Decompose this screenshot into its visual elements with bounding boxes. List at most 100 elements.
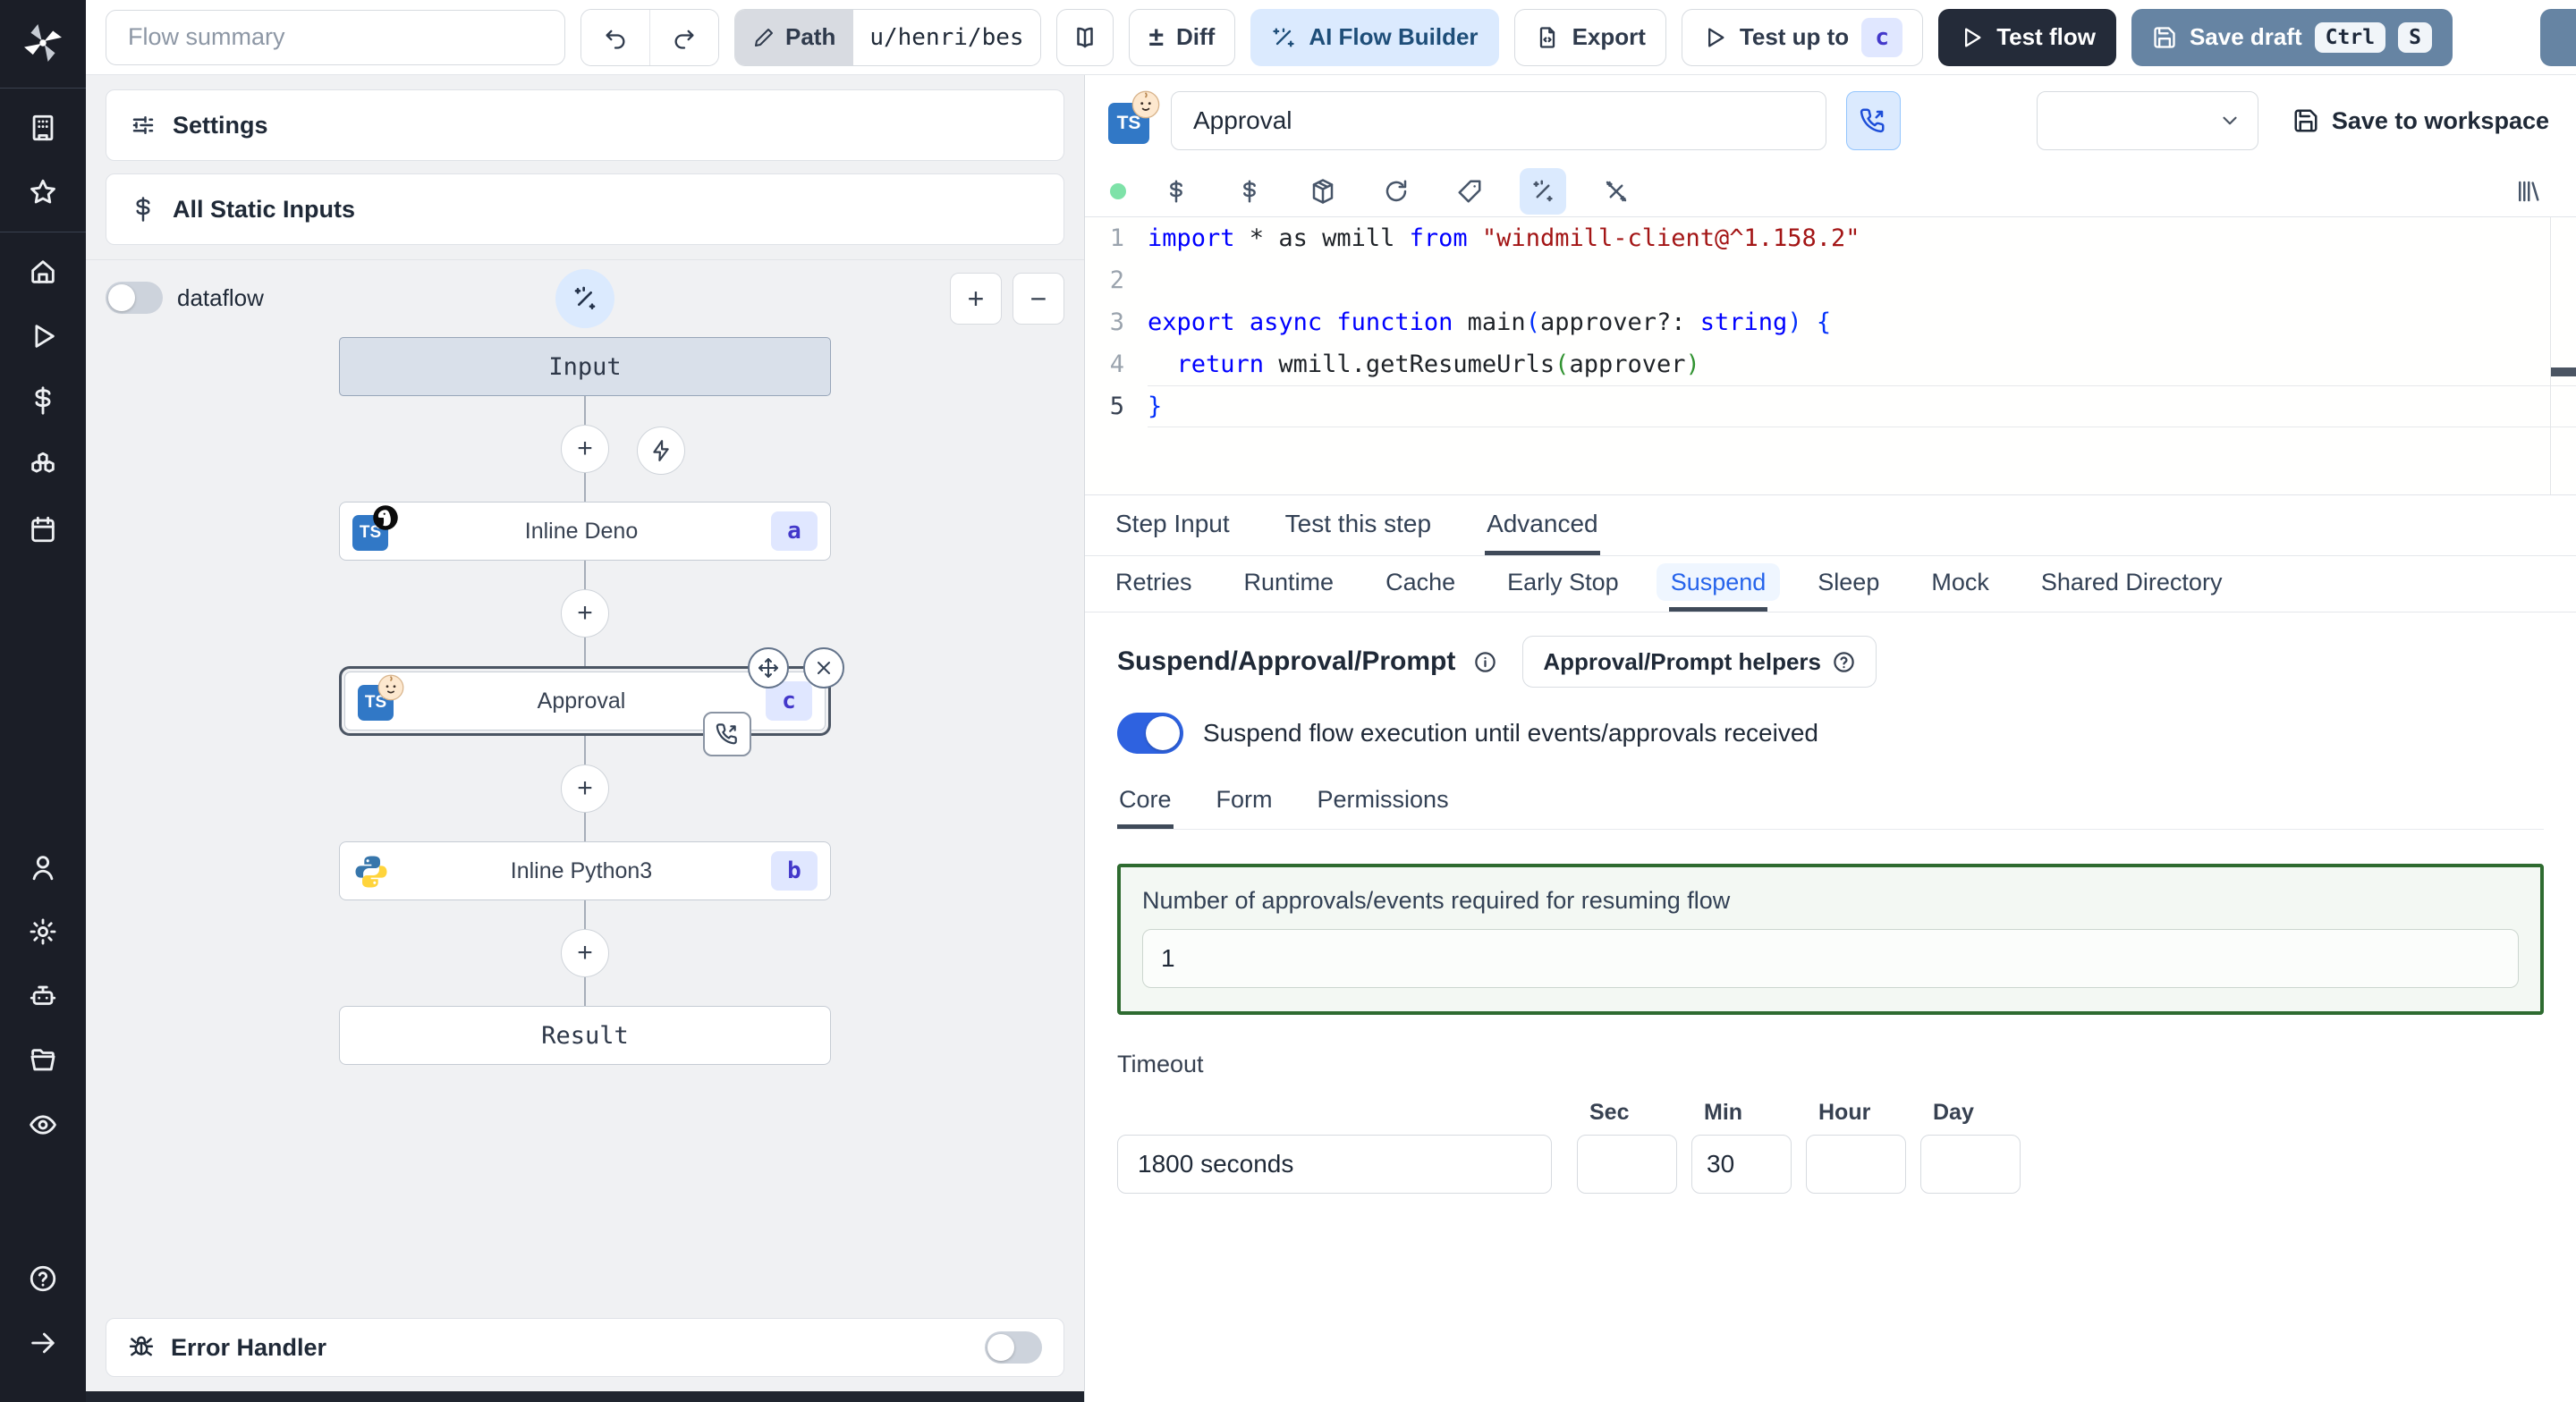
tab-advanced[interactable]: Advanced: [1485, 495, 1600, 555]
error-handler-toggle[interactable]: [985, 1331, 1042, 1364]
flow-summary-input[interactable]: [106, 9, 565, 65]
timeout-hour-input[interactable]: [1806, 1135, 1906, 1194]
sidebar-item-audit[interactable]: [16, 1098, 70, 1152]
format-button[interactable]: [1446, 168, 1493, 215]
ai-graph-wand-button[interactable]: [555, 269, 614, 328]
redo-button[interactable]: [649, 9, 718, 65]
tab-step-input[interactable]: Step Input: [1114, 495, 1232, 555]
graph-node-result[interactable]: Result: [339, 1006, 831, 1065]
suspend-tab-core[interactable]: Core: [1117, 777, 1174, 829]
script-version-select[interactable]: [2036, 91, 2258, 150]
suspend-phone-button[interactable]: [1846, 91, 1901, 150]
graph-node-inline-python3[interactable]: Inline Python3 b: [339, 841, 831, 900]
undo-button[interactable]: [581, 9, 649, 65]
export-label: Export: [1572, 23, 1646, 50]
dollar-icon: [1170, 180, 1182, 203]
code-line[interactable]: 4 return wmill.getResumeUrls(approver): [1085, 343, 2576, 385]
export-button[interactable]: Export: [1513, 8, 1666, 66]
dataflow-toggle[interactable]: [106, 282, 163, 314]
approvals-required-input[interactable]: [1142, 929, 2519, 988]
suspend-approval-indicator[interactable]: [703, 712, 751, 756]
sidebar-item-folders[interactable]: [16, 1034, 70, 1087]
graph-node-inline-deno[interactable]: TS Inline Deno a: [339, 502, 831, 561]
insert-step-button[interactable]: +: [561, 589, 609, 638]
path-value[interactable]: u/henri/bes: [853, 9, 1040, 65]
subtab-retries[interactable]: Retries: [1114, 556, 1194, 612]
insert-step-button[interactable]: +: [561, 929, 609, 977]
delete-node-button[interactable]: [803, 647, 844, 688]
save-to-workspace-button[interactable]: Save to workspace: [2292, 107, 2549, 135]
flow-settings-card[interactable]: Settings: [106, 89, 1064, 161]
test-flow-button[interactable]: Test flow: [1938, 8, 2116, 66]
subtab-runtime[interactable]: Runtime: [1242, 556, 1336, 612]
line-number: 2: [1109, 266, 1124, 294]
sidebar-item-resources[interactable]: [16, 438, 70, 492]
sidebar-item-settings[interactable]: [16, 905, 70, 959]
sidebar-item-workspace[interactable]: [16, 101, 70, 155]
timeout-min-input[interactable]: [1691, 1135, 1792, 1194]
error-handler-card[interactable]: Error Handler: [106, 1318, 1064, 1377]
sidebar-item-favorites[interactable]: [16, 165, 70, 219]
sidebar-item-variables[interactable]: [16, 374, 70, 427]
subtab-sleep[interactable]: Sleep: [1816, 556, 1881, 612]
save-draft-button[interactable]: Save draft Ctrl S: [2131, 8, 2453, 66]
diff-button[interactable]: ± Diff: [1128, 8, 1236, 66]
editor-scrollbar-thumb[interactable]: [2551, 367, 2576, 376]
suspend-tab-permissions[interactable]: Permissions: [1316, 777, 1451, 829]
subtab-cache[interactable]: Cache: [1384, 556, 1457, 612]
test-up-to-button[interactable]: Test up to c: [1681, 8, 1924, 66]
sidebar-item-runs[interactable]: [16, 309, 70, 363]
package-button[interactable]: [1300, 168, 1346, 215]
ai-assistant-off-button[interactable]: [1593, 168, 1640, 215]
timeout-summary-input[interactable]: [1117, 1135, 1552, 1194]
step-name-input[interactable]: [1171, 91, 1827, 150]
subtab-mock[interactable]: Mock: [1929, 556, 1991, 612]
timeout-day-input[interactable]: [1920, 1135, 2021, 1194]
play-icon: [1707, 27, 1724, 46]
graph-node-approval-selected[interactable]: TS Approval c: [339, 647, 844, 756]
graph-node-input[interactable]: Input: [339, 337, 831, 396]
variables-dollar-button[interactable]: [1153, 168, 1199, 215]
deploy-button-partial[interactable]: [2540, 8, 2576, 66]
code-line[interactable]: 5}: [1085, 385, 2576, 427]
subtab-early-stop[interactable]: Early Stop: [1505, 556, 1621, 612]
insert-step-button[interactable]: +: [561, 425, 609, 473]
info-icon[interactable]: [1473, 650, 1497, 674]
ai-flow-builder-button[interactable]: AI Flow Builder: [1250, 8, 1499, 66]
test-up-to-step-badge: c: [1861, 17, 1903, 57]
trigger-zap-button[interactable]: [637, 427, 685, 475]
zoom-in-button[interactable]: +: [950, 273, 1002, 325]
sidebar-item-home[interactable]: [16, 245, 70, 299]
sidebar-item-account[interactable]: [16, 840, 70, 894]
windmill-logo[interactable]: [18, 18, 68, 68]
subtab-suspend[interactable]: Suspend: [1656, 556, 1781, 612]
insert-step-button[interactable]: +: [561, 764, 609, 813]
chevron-down-icon: [2223, 116, 2237, 125]
edit-path-button[interactable]: Path: [735, 9, 854, 65]
subtab-shared-directory[interactable]: Shared Directory: [2039, 556, 2224, 612]
approval-prompt-helpers-button[interactable]: Approval/Prompt helpers: [1522, 636, 1877, 688]
timeout-sec-input[interactable]: [1577, 1135, 1677, 1194]
tab-test-this-step[interactable]: Test this step: [1284, 495, 1433, 555]
library-button[interactable]: [2504, 168, 2551, 215]
typescript-approval-icon: TS: [1108, 90, 1160, 144]
ai-assistant-button[interactable]: [1520, 168, 1566, 215]
suspend-enable-toggle[interactable]: [1117, 713, 1183, 754]
reset-button[interactable]: [1373, 168, 1419, 215]
phone-incoming-icon: [716, 723, 737, 745]
code-editor[interactable]: 1 import * as wmill from "windmill-client…: [1085, 216, 2576, 495]
editor-toolbar: [1085, 166, 2576, 216]
code-line[interactable]: 2: [1085, 259, 2576, 301]
zoom-out-button[interactable]: −: [1013, 273, 1064, 325]
docs-button[interactable]: [1055, 8, 1114, 66]
move-node-button[interactable]: [748, 647, 789, 688]
code-line[interactable]: 1 import * as wmill from "windmill-client…: [1085, 217, 2576, 259]
sidebar-collapse-button[interactable]: [16, 1316, 70, 1370]
sidebar-item-help[interactable]: [16, 1252, 70, 1305]
code-line[interactable]: 3 export async function main(approver?: s…: [1085, 301, 2576, 343]
suspend-tab-form[interactable]: Form: [1215, 777, 1275, 829]
sidebar-item-workers[interactable]: [16, 969, 70, 1023]
resources-dollar-button[interactable]: [1226, 168, 1273, 215]
all-static-inputs-card[interactable]: All Static Inputs: [106, 173, 1064, 245]
sidebar-item-schedules[interactable]: [16, 503, 70, 556]
